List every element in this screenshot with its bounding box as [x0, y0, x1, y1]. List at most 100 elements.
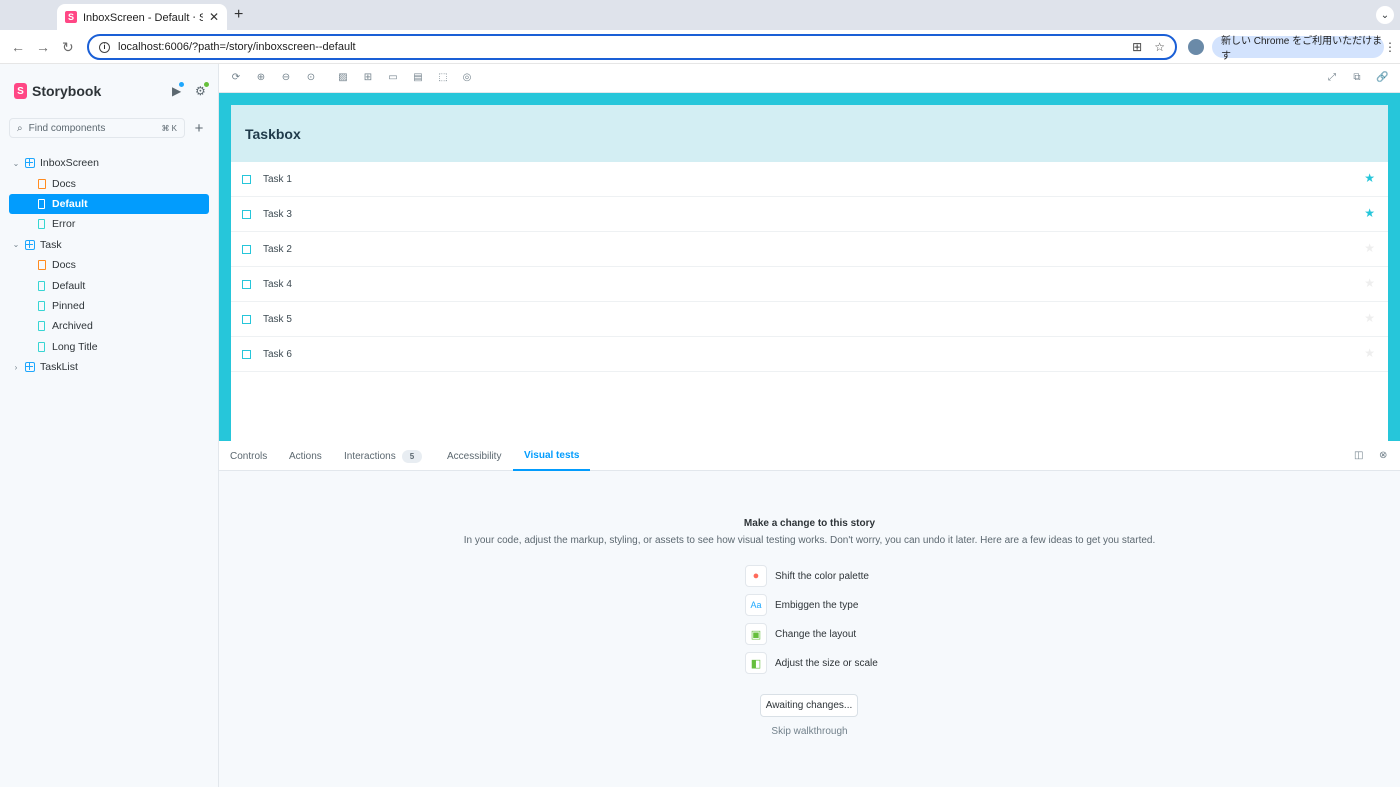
component-icon	[25, 239, 35, 250]
close-panel-icon[interactable]: ⊗	[1379, 450, 1387, 461]
tree-story-default[interactable]: Default	[9, 193, 209, 215]
tab-accessibility[interactable]: Accessibility	[447, 441, 501, 471]
panel-orientation-icon[interactable]: ◫	[1354, 450, 1363, 461]
task-title: Task 6	[263, 348, 292, 360]
chevron-down-icon: ⌄	[12, 158, 20, 168]
forward-icon[interactable]: →	[36, 39, 50, 55]
tree-label: Error	[52, 218, 76, 231]
storybook-logo[interactable]: S Storybook	[14, 83, 101, 99]
tree-label: TaskList	[40, 361, 78, 374]
star-icon[interactable]: ★	[1364, 171, 1375, 185]
tree-label: Default	[52, 279, 86, 292]
star-icon[interactable]: ★	[1364, 311, 1375, 325]
type-icon: Aa	[745, 594, 767, 616]
tab-search-icon[interactable]: ⌄	[1376, 6, 1394, 24]
bookmark-star-icon[interactable]: ☆	[1154, 40, 1165, 54]
task-checkbox[interactable]	[242, 209, 251, 219]
search-icon: ⌕	[17, 122, 23, 134]
profile-avatar[interactable]	[1188, 39, 1204, 55]
remount-icon[interactable]: ⟳	[230, 72, 242, 83]
browser-tab[interactable]: S InboxScreen - Default ⋅ Story ✕	[57, 4, 227, 30]
visual-tests-panel: Make a change to this story In your code…	[219, 471, 1400, 787]
idea-item: ◧ Adjust the size or scale	[745, 652, 878, 674]
zoom-in-icon[interactable]: ⊕	[255, 72, 267, 83]
new-tab-icon[interactable]: +	[234, 6, 243, 24]
awaiting-changes-button[interactable]: Awaiting changes...	[760, 694, 858, 717]
tree-component-task[interactable]: ⌄ Task	[9, 235, 209, 255]
inbox-header: Taskbox	[231, 105, 1388, 162]
star-icon[interactable]: ★	[1364, 241, 1375, 255]
zoom-out-icon[interactable]: ⊖	[280, 72, 292, 83]
task-title: Task 3	[263, 208, 292, 220]
tab-actions[interactable]: Actions	[289, 441, 322, 471]
fullscreen-icon[interactable]: ⤢	[1326, 72, 1338, 83]
idea-item: ▣ Change the layout	[745, 623, 856, 645]
interactions-count-badge: 5	[401, 449, 423, 463]
create-story-button[interactable]: +	[189, 118, 209, 138]
component-icon	[25, 158, 35, 169]
copy-link-icon[interactable]: 🔗	[1376, 72, 1388, 83]
grid-icon[interactable]: ⊞	[362, 72, 374, 83]
outline-icon[interactable]: ⬚	[437, 72, 449, 83]
tab-controls[interactable]: Controls	[230, 441, 267, 471]
task-checkbox[interactable]	[242, 174, 251, 184]
task-checkbox[interactable]	[242, 314, 251, 324]
task-title: Task 2	[263, 243, 292, 255]
tree-story-error[interactable]: Error	[9, 214, 209, 234]
tree-story-default[interactable]: Default	[9, 275, 209, 295]
tab-visual-tests[interactable]: Visual tests	[513, 441, 591, 471]
translate-icon[interactable]: ⊞	[1132, 40, 1142, 54]
close-tab-icon[interactable]: ✕	[209, 10, 219, 24]
reload-icon[interactable]: ↻	[62, 39, 74, 56]
tree-docs[interactable]: Docs	[9, 173, 209, 193]
back-icon[interactable]: ←	[11, 39, 25, 55]
open-new-tab-icon[interactable]: ⧉	[1351, 72, 1363, 83]
star-icon[interactable]: ★	[1364, 346, 1375, 360]
tree-component-tasklist[interactable]: › TaskList	[9, 357, 209, 377]
storybook-logo-icon: S	[14, 83, 27, 99]
task-checkbox[interactable]	[242, 349, 251, 359]
task-title: Task 5	[263, 313, 292, 325]
chrome-menu-icon[interactable]: ⋮	[1384, 40, 1396, 54]
tree-component-inboxscreen[interactable]: ⌄ InboxScreen	[9, 153, 209, 173]
component-icon	[25, 362, 35, 373]
preview-toolbar: ⟳ ⊕ ⊖ ⊙ ▨ ⊞ ▭ ▤ ⬚ ◎ ⤢ ⧉ 🔗	[219, 64, 1400, 93]
addon-panel-tabs: Controls Actions Interactions 5 Accessib…	[219, 441, 1400, 471]
background-icon[interactable]: ▨	[337, 72, 349, 83]
storybook-sidebar: S Storybook ▶ ⚙ ⌕ Find components ⌘ K + …	[0, 64, 219, 787]
bookmark-icon	[38, 280, 45, 291]
whats-new-icon[interactable]: ▶	[172, 82, 185, 98]
search-field[interactable]: ⌕ Find components ⌘ K	[9, 118, 185, 138]
star-icon[interactable]: ★	[1364, 206, 1375, 220]
task-row: Task 2 ★	[231, 232, 1388, 267]
task-checkbox[interactable]	[242, 244, 251, 254]
tab-interactions[interactable]: Interactions 5	[344, 441, 423, 471]
tree-docs[interactable]: Docs	[9, 255, 209, 275]
tree-story-pinned[interactable]: Pinned	[9, 296, 209, 316]
star-icon[interactable]: ★	[1364, 276, 1375, 290]
bookmark-icon	[38, 321, 45, 332]
panel-description: In your code, adjust the markup, styling…	[463, 535, 1156, 546]
task-title: Task 1	[263, 173, 292, 185]
site-info-icon[interactable]: i	[99, 41, 110, 53]
task-checkbox[interactable]	[242, 279, 251, 289]
bookmark-icon	[38, 341, 45, 352]
chrome-update-button[interactable]: 新しい Chrome をご利用いただけます	[1212, 36, 1384, 62]
measure-icon[interactable]: ▤	[412, 72, 424, 83]
idea-label: Adjust the size or scale	[775, 657, 878, 669]
search-shortcut: ⌘ K	[161, 123, 177, 133]
tree-label: Long Title	[52, 340, 98, 353]
tree-story-archived[interactable]: Archived	[9, 316, 209, 336]
bookmark-icon	[38, 219, 45, 230]
zoom-reset-icon[interactable]: ⊙	[305, 72, 317, 83]
address-bar[interactable]: i localhost:6006/?path=/story/inboxscree…	[87, 34, 1177, 60]
settings-gear-icon[interactable]: ⚙	[195, 82, 209, 98]
palette-icon: ●	[745, 565, 767, 587]
viewport-icon[interactable]: ▭	[387, 72, 399, 83]
browser-tabstrip: S InboxScreen - Default ⋅ Story ✕ + ⌄	[0, 0, 1400, 30]
search-placeholder: Find components	[28, 122, 106, 134]
chevron-down-icon: ⌄	[12, 240, 20, 250]
skip-walkthrough-link[interactable]: Skip walkthrough	[219, 726, 1400, 737]
accessibility-icon[interactable]: ◎	[461, 72, 473, 83]
tree-story-long-title[interactable]: Long Title	[9, 337, 209, 357]
